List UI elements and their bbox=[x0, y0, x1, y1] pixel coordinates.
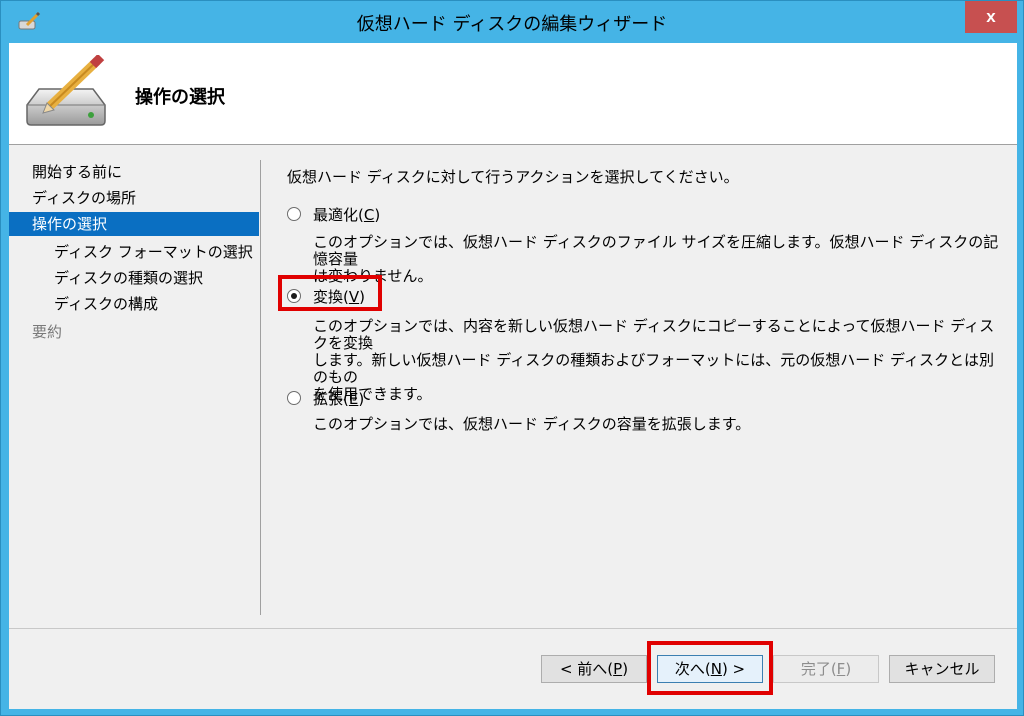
compact-description: このオプションでは、仮想ハード ディスクのファイル サイズを圧縮します。仮想ハー… bbox=[313, 233, 999, 285]
expand-description: このオプションでは、仮想ハード ディスクの容量を拡張します。 bbox=[313, 415, 751, 433]
compact-radio[interactable] bbox=[287, 207, 301, 221]
compact-label[interactable]: 最適化(C) bbox=[313, 204, 380, 225]
expand-radio[interactable] bbox=[287, 391, 301, 405]
nav-item-choose-action[interactable]: 操作の選択 bbox=[9, 212, 259, 236]
nav-item-choose-format[interactable]: ディスク フォーマットの選択 bbox=[9, 240, 259, 264]
nav-item-before-you-begin[interactable]: 開始する前に bbox=[9, 160, 259, 184]
page-title: 操作の選択 bbox=[135, 87, 225, 108]
nav-item-configure-disk[interactable]: ディスクの構成 bbox=[9, 292, 259, 316]
option-compact[interactable]: 最適化(C) bbox=[287, 202, 380, 226]
expand-label[interactable]: 拡張(E) bbox=[313, 388, 364, 409]
window-title: 仮想ハード ディスクの編集ウィザード bbox=[356, 14, 668, 35]
title-bar[interactable]: 仮想ハード ディスクの編集ウィザード x bbox=[1, 1, 1023, 43]
finish-button: 完了(F) bbox=[773, 655, 879, 683]
cancel-button[interactable]: キャンセル bbox=[889, 655, 995, 683]
wizard-step-nav: 開始する前に ディスクの場所 操作の選択 ディスク フォーマットの選択 ディスク… bbox=[9, 146, 265, 616]
nav-item-choose-type[interactable]: ディスクの種類の選択 bbox=[9, 266, 259, 290]
close-button[interactable]: x bbox=[965, 1, 1017, 33]
instruction-text: 仮想ハード ディスクに対して行うアクションを選択してください。 bbox=[287, 168, 739, 186]
footer-divider bbox=[9, 628, 1017, 629]
wizard-header: 操作の選択 bbox=[9, 43, 1017, 145]
wizard-window: 仮想ハード ディスクの編集ウィザード x 操作の選択 開始する前に ディスクの場… bbox=[0, 0, 1024, 716]
disk-pencil-icon bbox=[26, 55, 106, 126]
convert-highlight-box bbox=[278, 275, 382, 311]
nav-divider bbox=[260, 160, 261, 615]
nav-item-disk-location[interactable]: ディスクの場所 bbox=[9, 186, 259, 210]
convert-description: このオプションでは、内容を新しい仮想ハード ディスクにコピーすることによって仮想… bbox=[313, 317, 995, 403]
option-expand[interactable]: 拡張(E) bbox=[287, 386, 364, 410]
wizard-client-area: 操作の選択 開始する前に ディスクの場所 操作の選択 ディスク フォーマットの選… bbox=[9, 43, 1017, 709]
back-button[interactable]: < 前へ(P) bbox=[541, 655, 647, 683]
nav-item-summary: 要約 bbox=[32, 323, 63, 341]
action-selection-panel: 仮想ハード ディスクに対して行うアクションを選択してください。 最適化(C) こ… bbox=[273, 146, 1013, 616]
next-highlight-box bbox=[647, 641, 773, 695]
